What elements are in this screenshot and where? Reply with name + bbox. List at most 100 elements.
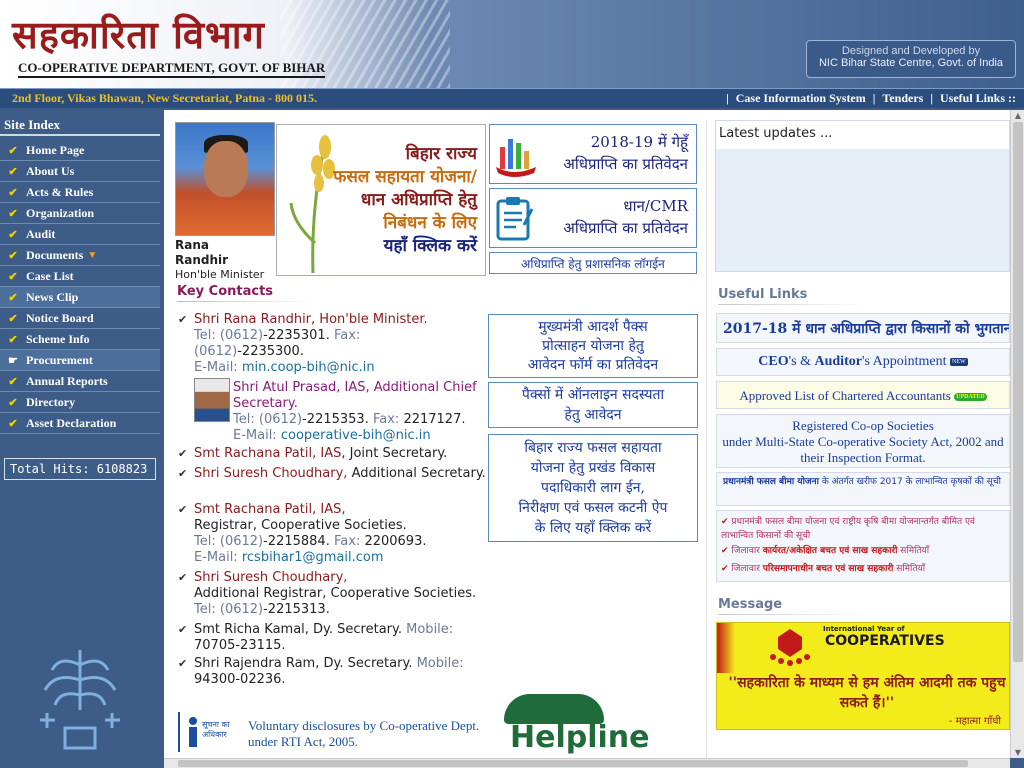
adarsh-pacs-link[interactable]: मुख्यमंत्री आदर्श पैक्स प्रोत्साहन योजना… [488,314,698,378]
contact-item: ✔ Smt Rachana Patil, IAS, Registrar, Coo… [178,502,488,566]
tel-code: (0612) [258,412,303,427]
dhan-payment-link[interactable]: 2017-18 में धान अधिप्राप्ति द्वारा किसान… [716,313,1010,343]
scrollbar-thumb[interactable] [1013,122,1023,662]
sidebar-item-procurement[interactable]: ☛ Procurement [0,350,160,371]
sidebar-item-label: About Us [26,163,75,178]
fasal-bdo-line: निरीक्षण एवं फसल कटनी ऐप [518,500,668,516]
bihar-emblem-icon [40,650,120,750]
check-icon: ✔ [8,333,18,346]
corner-decoration [717,623,735,673]
ceo-auditor-link[interactable]: CEO's & Auditor's Appointment NEW [716,348,1010,376]
separator: | [930,91,933,105]
check-icon: ✔ [8,207,18,220]
link-bold: परिसमापनाधीन बचत एवं साख सहकारी [762,564,894,574]
wheat-report-link[interactable]: 2018-19 में गेहूँ अधिप्राप्ति का प्रतिवे… [489,124,697,184]
rti-disclosure-link[interactable]: Voluntary disclosures by Co-operative De… [248,718,488,750]
vertical-scrollbar[interactable]: ▲ ▼ [1010,110,1024,758]
sidebar-item-home[interactable]: ✔ Home Page [0,140,160,161]
parisamapan-samiti-link[interactable]: ✔ जिलावार परिसमापनाधीन बचत एवं साख सहकार… [721,562,1005,576]
chartered-accountants-link[interactable]: Approved List of Chartered Accountants U… [716,381,1010,409]
fasal-sahayata-banner[interactable]: बिहार राज्य फसल सहायता योजना/ धान अधिप्र… [276,124,486,276]
contact-role: Additional Secretary. [351,466,486,481]
sidebar-item-news-clip[interactable]: ✔ News Clip [0,287,160,308]
scroll-down-icon[interactable]: ▼ [1013,748,1023,757]
sidebar-item-label: Asset Declaration [26,415,117,430]
contact-name: Smt Rachana Patil, IAS, [194,502,346,517]
fax-label: Fax: [333,328,361,343]
sidebar-item-label: Home Page [26,142,85,157]
tel-label: Tel: [194,534,216,549]
pmfby-list-link[interactable]: ✔ प्रधानमंत्री फसल बीमा योजना एवं राष्ट्… [721,515,1005,543]
tenders-link[interactable]: Tenders [882,91,923,105]
designed-by-label: Designed and Developed by [841,45,981,57]
link-text: 's Appointment [861,354,947,369]
check-icon: ✔ [721,546,729,556]
scroll-up-icon[interactable]: ▲ [1013,111,1023,120]
online-membership-link[interactable]: पैक्सों में ऑनलाइन सदस्यता हेतु आवेदन [488,382,698,428]
sidebar-item-directory[interactable]: ✔ Directory [0,392,160,413]
case-info-link[interactable]: Case Information System [736,91,866,105]
separator: | [726,91,729,105]
adarsh-line: मुख्यमंत्री आदर्श पैक्स [538,319,648,335]
cooperatives-logo-icon [770,629,810,666]
rti-logo-text: सूचना का अधिकार [202,720,230,740]
sidebar-item-audit[interactable]: ✔ Audit [0,224,160,245]
fasal-bdo-line: पदाधिकारी लाग ईन, [541,480,645,496]
sidebar-item-about-us[interactable]: ✔ About Us [0,161,160,182]
tel-label: Tel: [194,328,216,343]
email-link[interactable]: min.coop-bih@nic.in [242,360,375,375]
link-line: under Multi-State Co-operative Society A… [722,434,1004,449]
sidebar-item-label: Notice Board [26,310,94,325]
wheat-report-text: 2018-19 में गेहूँ अधिप्राप्ति का प्रतिवे… [563,131,688,175]
dhan-report-link[interactable]: धान/CMR अधिप्राप्ति का प्रतिवेदन [489,188,697,248]
sidebar-item-label: Scheme Info [26,331,90,346]
link-text: Approved List of Chartered Accountants [739,388,951,403]
sidebar-item-organization[interactable]: ✔ Organization [0,203,160,224]
hits-value: 6108823 [96,462,148,476]
link-line: Registered Co-op Societies [792,418,934,433]
contact-name: Shri Rana Randhir, Hon'ble Minister. [194,312,428,327]
tel-number: -2215313 [263,602,326,617]
top-links: | Case Information System | Tenders | Us… [722,91,1016,106]
contact-item: ✔ Shri Suresh Choudhary, Additional Regi… [178,570,488,618]
pmfby-kharif-link[interactable]: प्रधानमंत्री फसल बीमा योजना के अंतर्गत ख… [716,472,1010,506]
helpline-text: Helpline [510,720,650,755]
sidebar-item-label: Documents [26,247,84,262]
check-icon: ✔ [8,396,18,409]
divider [718,614,868,615]
fasal-bdo-login-link[interactable]: बिहार राज्य फसल सहायता योजना हेतु प्रखंड… [488,434,698,542]
sidebar-item-scheme-info[interactable]: ✔ Scheme Info [0,329,160,350]
fasal-bdo-line: बिहार राज्य फसल सहायता [524,440,662,456]
useful-links-link[interactable]: Useful Links :: [940,91,1016,105]
check-icon: ✔ [8,417,18,430]
sidebar-item-documents[interactable]: ✔ Documents ▼ [0,245,160,266]
sidebar-item-label: Directory [26,394,76,409]
email-label: E-Mail: [194,550,238,565]
photo-face [204,141,248,197]
rti-logo[interactable]: सूचना का अधिकार [178,712,238,752]
email-link[interactable]: rcsbihar1@gmail.com [242,550,384,565]
sidebar-item-notice-board[interactable]: ✔ Notice Board [0,308,160,329]
contact-item: ✔ Shri Suresh Choudhary, Additional Secr… [178,466,488,482]
tel-number: -2235301. [263,328,330,343]
sidebar-item-asset-declaration[interactable]: ✔ Asset Declaration [0,413,160,434]
registered-societies-link[interactable]: Registered Co-op Societies under Multi-S… [716,414,1010,468]
dhan-line-2: अधिप्राप्ति का प्रतिवेदन [563,219,688,237]
scrollbar-thumb[interactable] [178,760,968,767]
helpline-banner[interactable]: Helpline [504,694,664,758]
sidebar-item-annual-reports[interactable]: ✔ Annual Reports [0,371,160,392]
divider [177,301,317,302]
cooperatives-text: COOPERATIVES [825,633,945,649]
rti-logo-line: सूचना का [202,720,230,729]
sidebar-item-acts-rules[interactable]: ✔ Acts & Rules [0,182,160,203]
sidebar-item-case-list[interactable]: ✔ Case List [0,266,160,287]
horizontal-scrollbar[interactable] [164,758,1010,768]
karyarat-samiti-link[interactable]: ✔ जिलावार कार्यरत/अकेक्षित बचत एवं साख स… [721,544,1005,558]
main-content: Rana Randhir Hon'ble Minister बिहार राज्… [164,110,1010,758]
fax-code: (0612) [194,344,238,359]
auditor-text: Auditor [814,354,862,369]
sidebar-item-label: Procurement [26,352,93,367]
link-text: समितियाँ [897,546,930,556]
email-link[interactable]: cooperative-bih@nic.in [281,428,431,443]
admin-login-link[interactable]: अधिप्राप्ति हेतु प्रशासनिक लॉगईन [489,252,697,274]
